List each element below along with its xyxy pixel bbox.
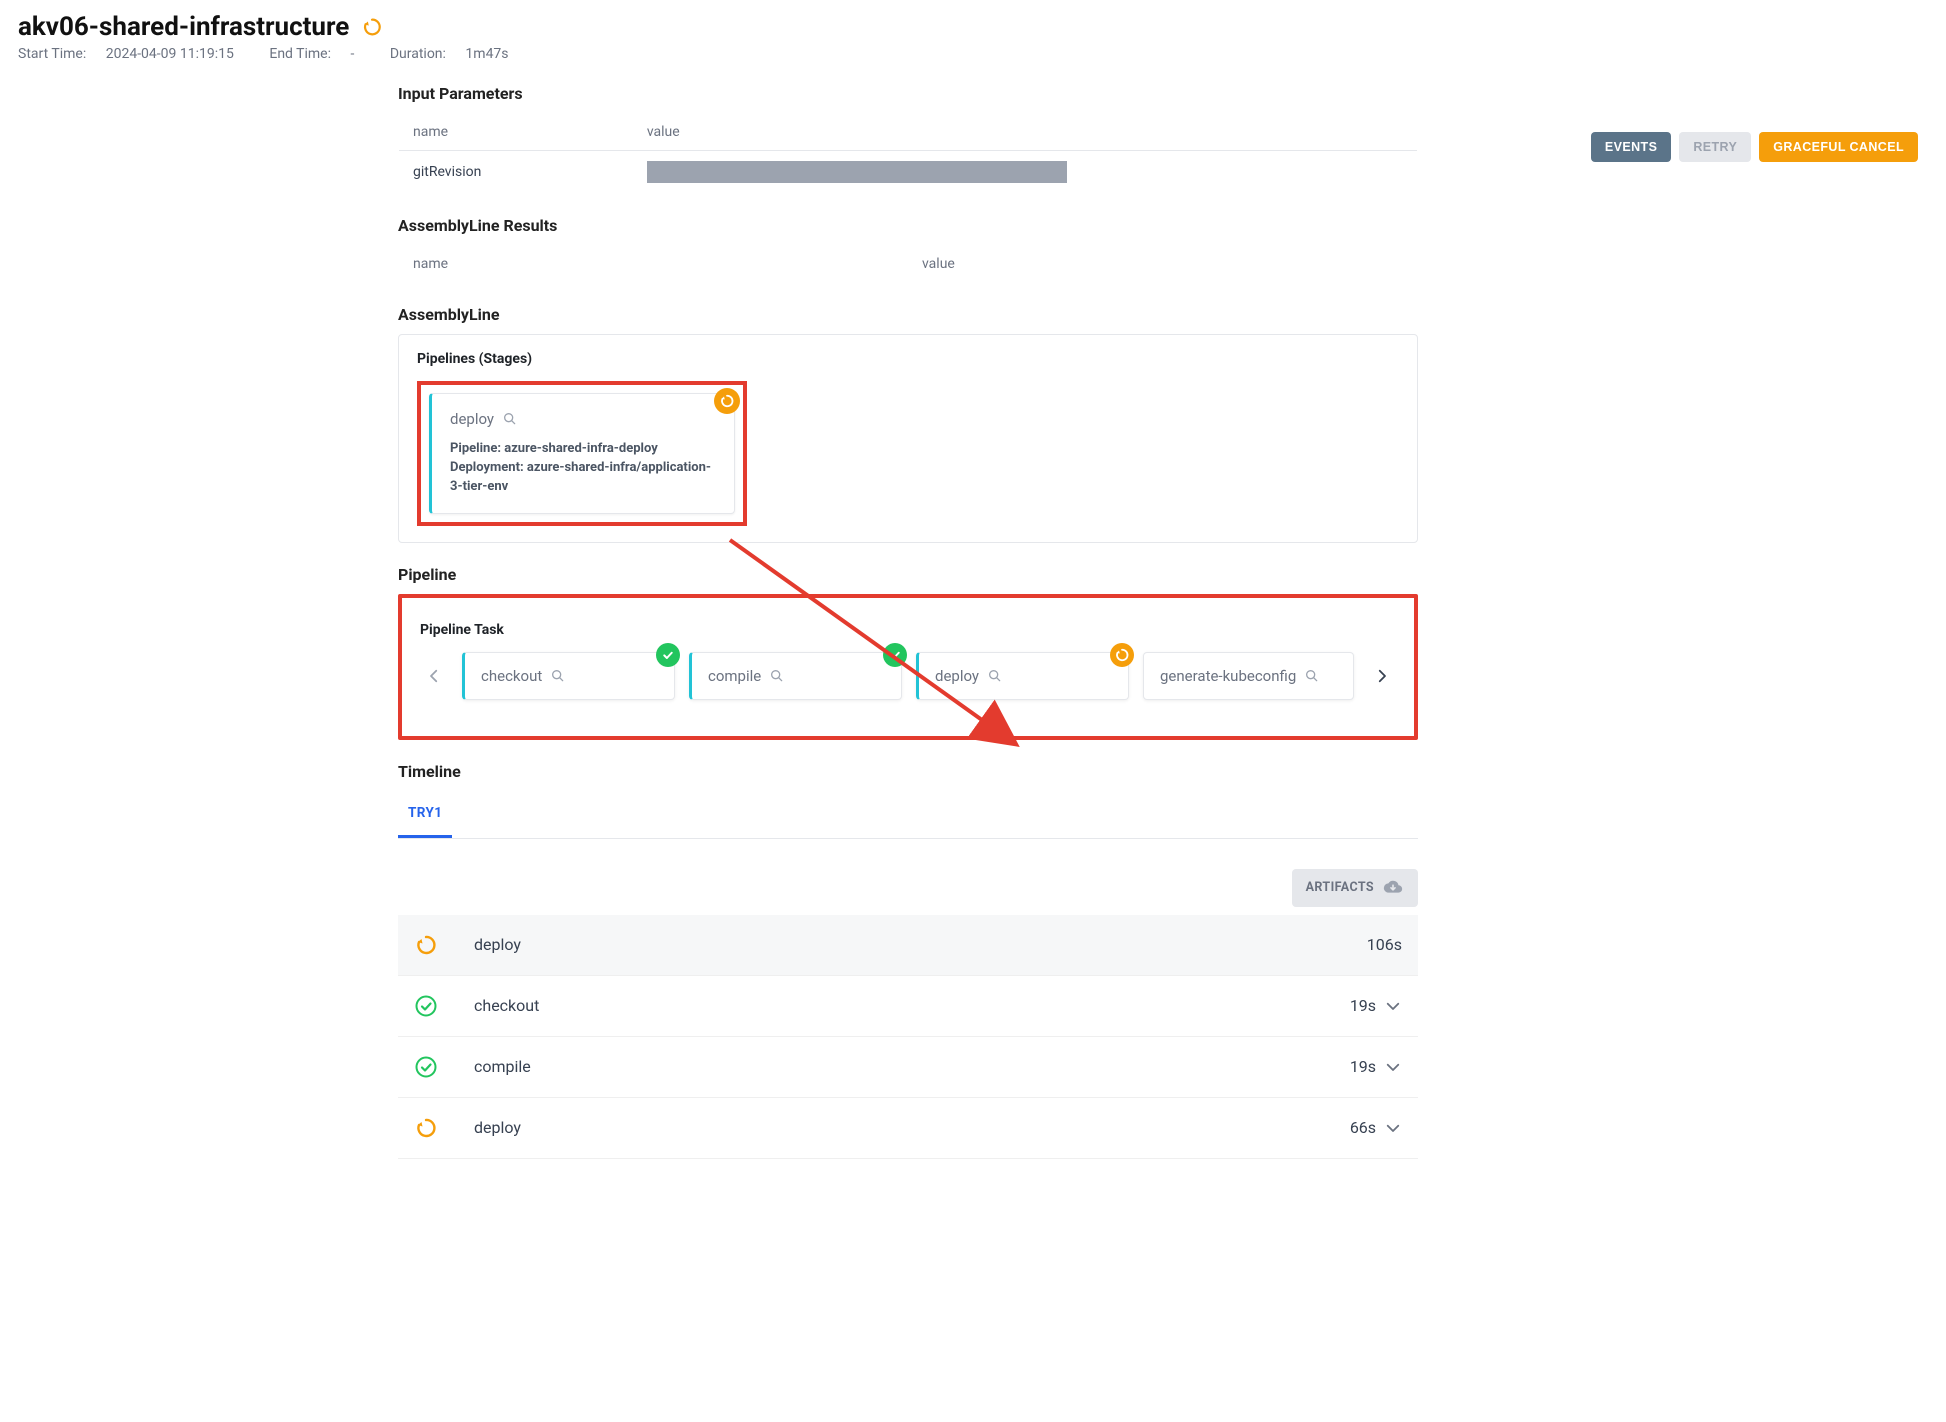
cloud-download-icon [1382,877,1404,899]
stage-pipeline-label: Pipeline: azure-shared-infra-deploy [450,440,716,459]
page-title: akv06-shared-infrastructure [18,12,349,42]
col-name: name [399,114,633,151]
artifacts-button[interactable]: ARTIFACTS [1292,869,1418,907]
status-success-icon [883,643,907,667]
stages-title: Pipelines (Stages) [417,351,1399,367]
timeline-duration: 106s [973,915,1418,976]
check-circle-icon [414,994,442,1018]
highlight-box-stages: deploy Pipeline: azure-shared-infra-depl… [417,381,747,526]
timeline-table: deploy106scheckout19s compile19s deploy6… [398,915,1418,1159]
section-assemblyline-results: AssemblyLine Results [398,216,1418,235]
task-card-compile[interactable]: compile [689,652,902,700]
section-input-parameters: Input Parameters [398,84,1418,103]
task-card-checkout[interactable]: checkout [462,652,675,700]
timeline-tabs: TRY1 [398,791,1418,839]
task-card-generate-kubeconfig[interactable]: generate-kubeconfig [1143,652,1354,700]
input-parameters-table: name value gitRevision [398,113,1418,194]
param-value [633,151,1418,194]
status-running-icon [361,16,383,38]
timeline-row: deploy106s [398,915,1418,976]
search-icon[interactable] [1304,668,1320,684]
retry-button: RETRY [1679,132,1751,162]
check-circle-icon [414,1055,442,1079]
section-pipeline: Pipeline [398,565,1418,584]
table-row: gitRevision [399,151,1418,194]
highlight-box-pipeline: Pipeline Task checkout compile deploy ge… [398,594,1418,740]
section-assemblyline: AssemblyLine [398,305,1418,324]
timeline-step-name: compile [458,1036,973,1097]
redacted-value [647,161,1067,183]
search-icon[interactable] [987,668,1003,684]
status-running-icon [1110,643,1134,667]
timeline-duration: 19s [973,1036,1418,1097]
search-icon[interactable] [550,668,566,684]
search-icon[interactable] [502,411,518,427]
stage-name: deploy [450,410,494,428]
assemblyline-panel: Pipelines (Stages) deploy Pipeline: azur… [398,334,1418,543]
results-table: name value [398,245,1418,283]
timeline-step-name: checkout [458,975,973,1036]
events-button[interactable]: EVENTS [1591,132,1671,162]
param-name: gitRevision [399,151,633,194]
col-name: name [399,246,909,283]
scroll-left-button[interactable] [420,662,448,690]
timeline-duration: 19s [973,975,1418,1036]
scroll-right-button[interactable] [1368,662,1396,690]
chevron-down-icon[interactable] [1384,997,1402,1015]
timeline-duration: 66s [973,1097,1418,1158]
timeline-row[interactable]: checkout19s [398,975,1418,1036]
stage-card-deploy[interactable]: deploy Pipeline: azure-shared-infra-depl… [429,393,735,514]
task-card-deploy[interactable]: deploy [916,652,1129,700]
status-success-icon [656,643,680,667]
timeline-step-name: deploy [458,1097,973,1158]
running-icon [414,1116,442,1140]
section-timeline: Timeline [398,762,1418,781]
col-value: value [908,246,1418,283]
running-icon [414,933,442,957]
tab-try1[interactable]: TRY1 [398,791,452,838]
timeline-row[interactable]: deploy66s [398,1097,1418,1158]
chevron-down-icon[interactable] [1384,1119,1402,1137]
stage-deployment-label: Deployment: azure-shared-infra/applicati… [450,459,716,497]
graceful-cancel-button[interactable]: GRACEFUL CANCEL [1759,132,1918,162]
run-meta: Start Time: 2024-04-09 11:19:15 End Time… [18,46,1928,62]
timeline-row[interactable]: compile19s [398,1036,1418,1097]
status-running-icon [714,388,740,414]
col-value: value [633,114,1418,151]
timeline-step-name: deploy [458,915,973,976]
search-icon[interactable] [769,668,785,684]
pipeline-task-title: Pipeline Task [420,622,1396,638]
chevron-down-icon[interactable] [1384,1058,1402,1076]
